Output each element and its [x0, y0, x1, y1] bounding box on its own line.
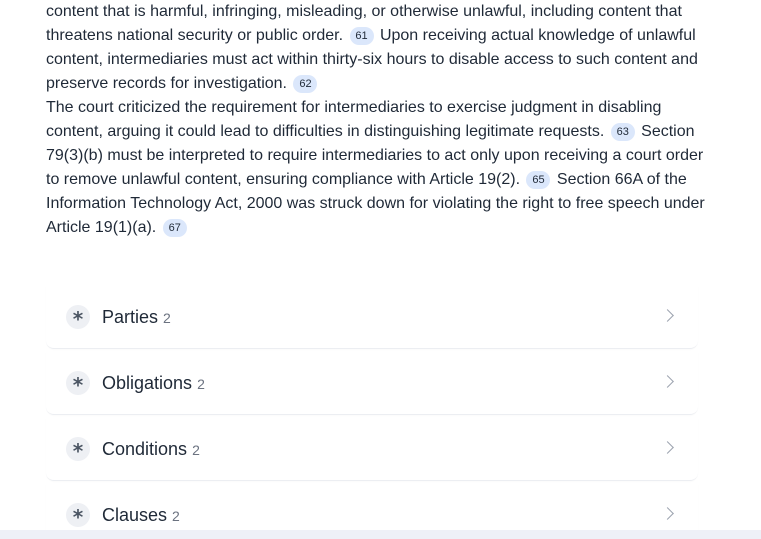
paragraph-2: The court criticized the requirement for…	[46, 96, 706, 240]
citation-badge[interactable]: 61	[349, 27, 374, 45]
citation-badge[interactable]: 62	[293, 75, 318, 93]
citation-badge[interactable]: 65	[526, 171, 551, 189]
section-title: Clauses 2	[102, 504, 180, 527]
section-obligations[interactable]: * Obligations 2	[46, 351, 698, 415]
section-list: * Parties 2 * Obligations 2 * Conditions 2 …	[46, 285, 698, 539]
paragraph-1: content that is harmful, infringing, mis…	[46, 0, 706, 96]
section-title-text: Obligations	[102, 373, 193, 393]
section-count: 2	[192, 442, 200, 458]
chevron-right-icon[interactable]	[661, 507, 674, 520]
asterisk-icon: *	[66, 437, 90, 463]
citation-badge[interactable]: 67	[162, 219, 187, 237]
document-view: content that is harmful, infringing, mis…	[0, 0, 761, 539]
asterisk-icon: *	[66, 371, 90, 397]
section-count: 2	[172, 508, 180, 524]
paragraph-text: The court criticized the requirement for…	[46, 99, 662, 140]
section-title-text: Clauses	[102, 505, 168, 525]
section-count: 2	[163, 310, 171, 326]
chevron-right-icon[interactable]	[661, 309, 674, 322]
bottom-bar	[0, 530, 761, 539]
section-title-text: Parties	[102, 307, 159, 327]
chevron-right-icon[interactable]	[661, 441, 674, 454]
asterisk-icon: *	[66, 305, 90, 331]
section-parties[interactable]: * Parties 2	[46, 285, 698, 349]
section-title: Conditions 2	[102, 438, 200, 461]
summary-text: content that is harmful, infringing, mis…	[46, 0, 706, 240]
section-title: Obligations 2	[102, 372, 205, 395]
section-conditions[interactable]: * Conditions 2	[46, 417, 698, 481]
section-title: Parties 2	[102, 306, 171, 329]
section-count: 2	[197, 376, 205, 392]
chevron-right-icon[interactable]	[661, 375, 674, 388]
asterisk-icon: *	[66, 503, 90, 529]
section-title-text: Conditions	[102, 439, 188, 459]
citation-badge[interactable]: 63	[610, 123, 635, 141]
